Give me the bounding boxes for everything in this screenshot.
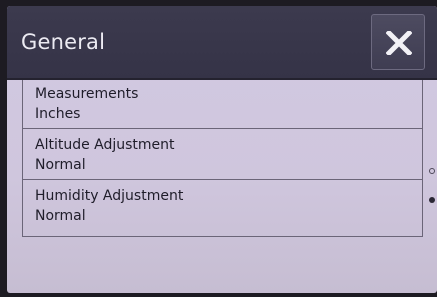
setting-value: Normal xyxy=(35,157,86,173)
page-title: General xyxy=(21,30,106,54)
settings-list: Measurements Inches Altitude Adjustment … xyxy=(22,80,423,237)
setting-label: Humidity Adjustment xyxy=(35,188,184,204)
setting-row-humidity-adjustment[interactable]: Humidity Adjustment Normal xyxy=(23,182,422,231)
header-bar: General xyxy=(7,6,437,80)
page-indicator-dot xyxy=(429,168,435,174)
page-indicator-dot-active xyxy=(429,197,435,203)
close-icon xyxy=(386,31,412,55)
setting-value: Normal xyxy=(35,208,86,224)
setting-label: Measurements xyxy=(35,86,139,102)
close-button[interactable] xyxy=(371,14,425,70)
setting-label: Altitude Adjustment xyxy=(35,137,175,153)
setting-row-measurements[interactable]: Measurements Inches xyxy=(23,80,422,129)
setting-row-altitude-adjustment[interactable]: Altitude Adjustment Normal xyxy=(23,131,422,180)
screen: General Measurements Inches Altitude Adj… xyxy=(7,6,437,293)
setting-value: Inches xyxy=(35,106,81,122)
